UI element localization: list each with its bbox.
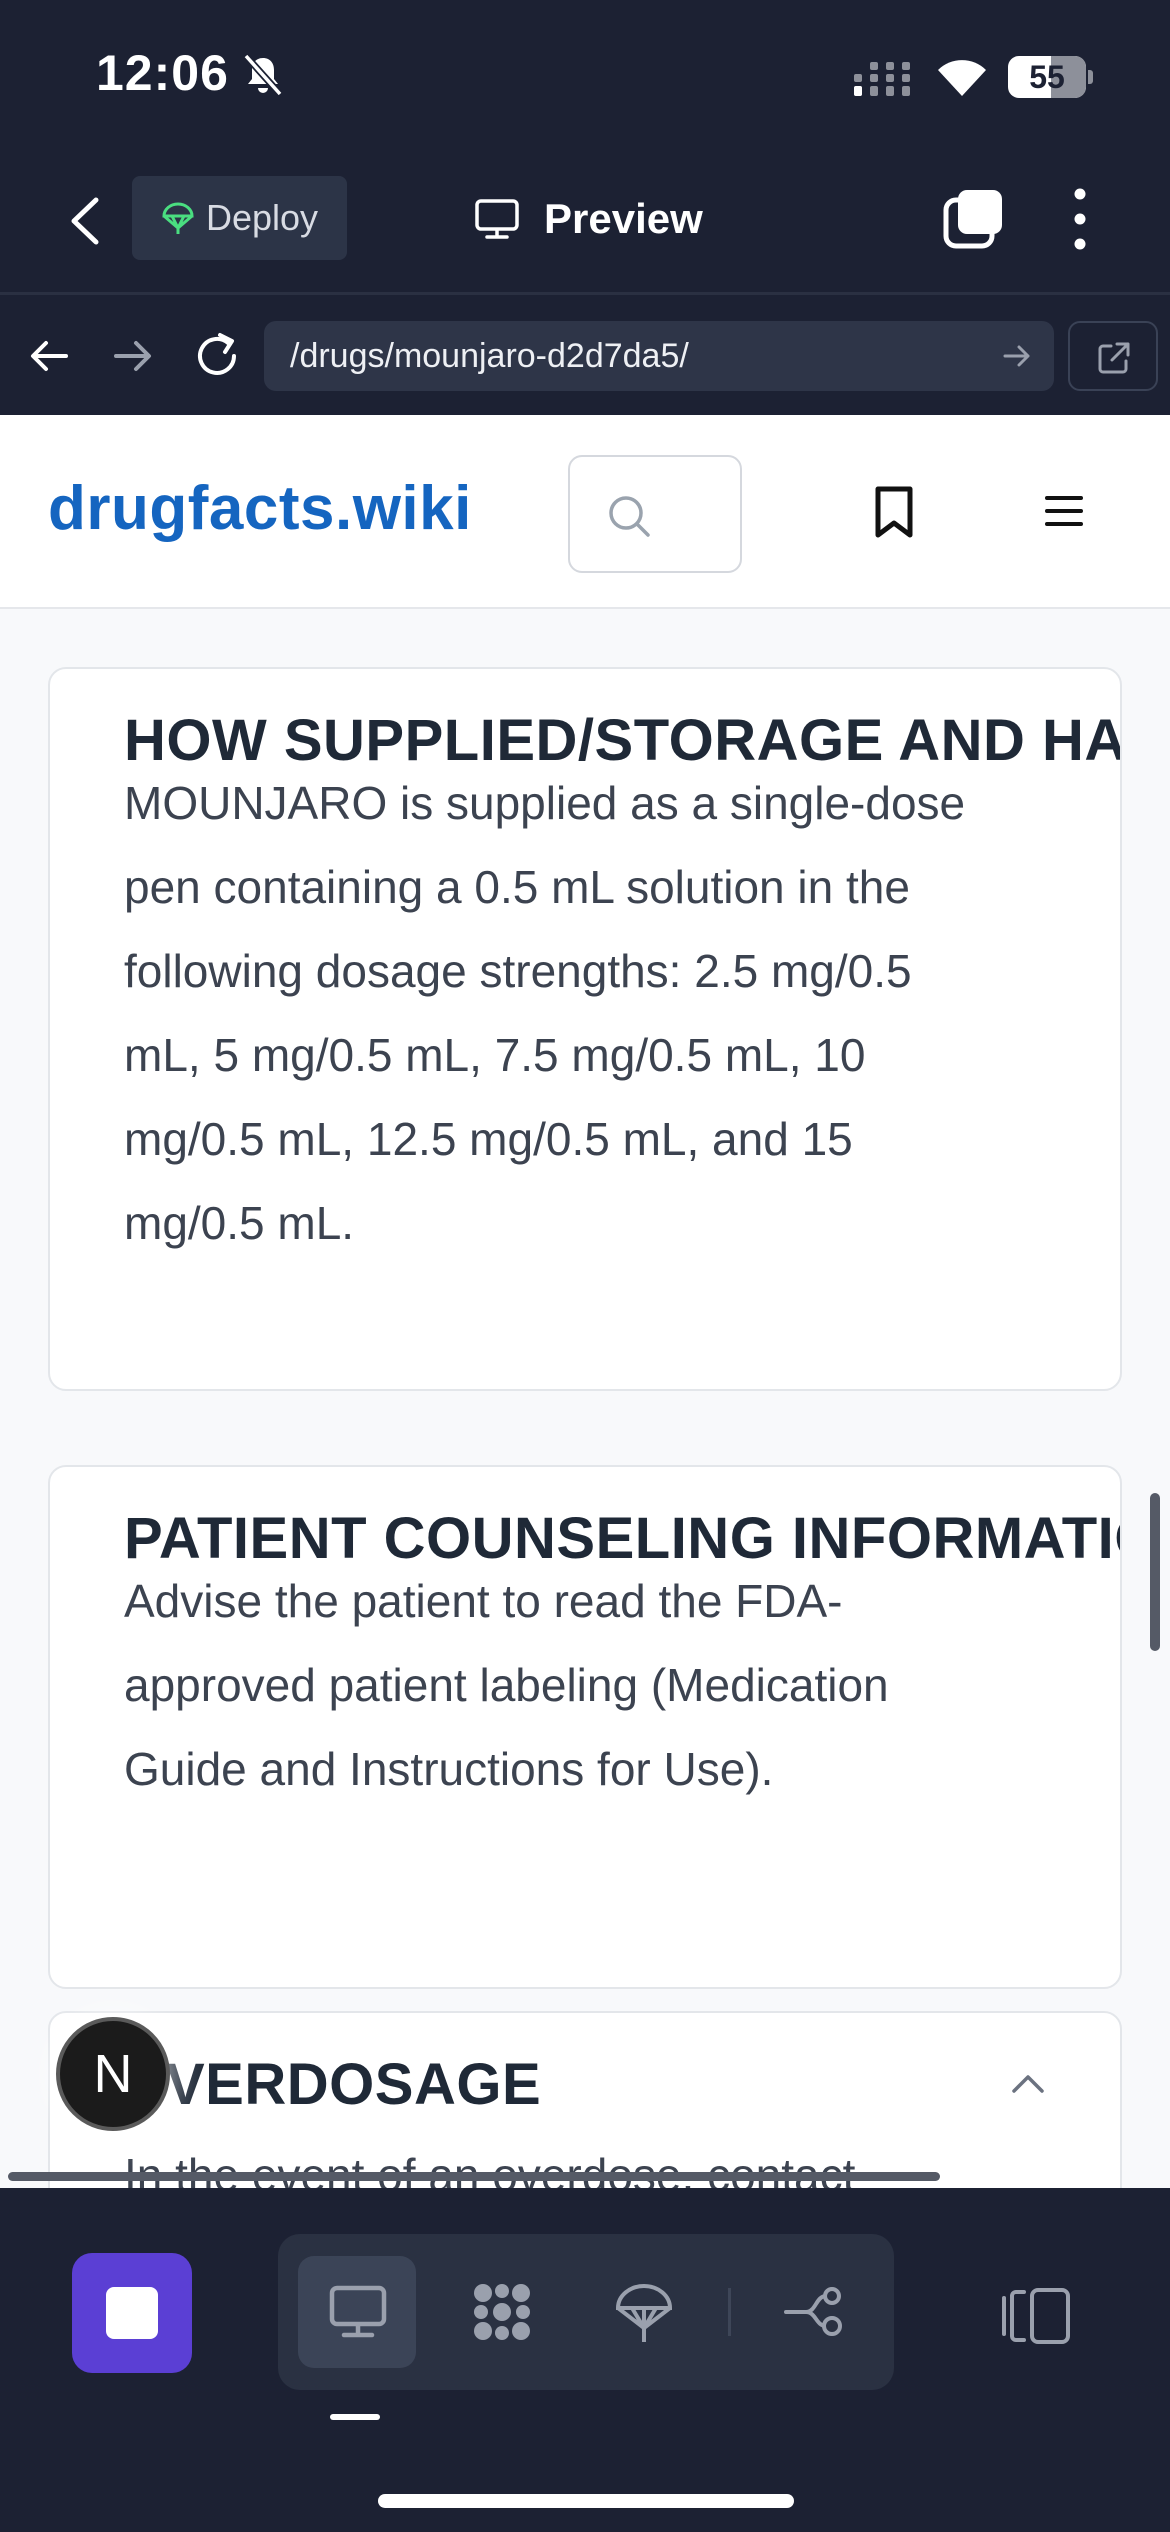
dock-preview-tab[interactable] [298, 2256, 416, 2368]
go-arrow-icon[interactable] [1002, 341, 1032, 371]
monitor-icon [475, 199, 519, 239]
dock-group [278, 2234, 894, 2390]
open-external-icon [1098, 342, 1130, 374]
site-search-button[interactable] [568, 455, 742, 573]
reload-icon[interactable] [192, 331, 242, 381]
section-card: HOW SUPPLIED/STORAGE AND HANDLING MOUNJA… [48, 667, 1122, 1391]
wifi-icon [938, 60, 986, 96]
battery-level: 55 [1029, 59, 1065, 95]
home-indicator [378, 2494, 794, 2508]
open-external-button[interactable] [1068, 321, 1158, 391]
deploy-icon [162, 202, 194, 234]
section-line: Guide and Instructions for Use). [124, 1743, 774, 1795]
horizontal-scrollbar[interactable] [8, 2172, 940, 2181]
preview-label: Preview [544, 195, 703, 242]
section-body: MOUNJARO is supplied as a single-dose pe… [124, 761, 1074, 1265]
dev-tools-badge[interactable]: N [56, 2017, 170, 2131]
bell-off-icon [243, 53, 283, 97]
vertical-scrollbar[interactable] [1150, 1493, 1160, 1651]
active-tab-indicator [330, 2414, 380, 2420]
dock-deploy-tab[interactable] [584, 2256, 702, 2368]
web-viewport: drugfacts.wiki HOW SUPPLIED/STORAGE AND … [0, 415, 1170, 2188]
battery-icon: 55 [1008, 56, 1086, 98]
search-icon [609, 496, 650, 537]
section-line: approved patient labeling (Medication [124, 1659, 889, 1711]
section-card: PATIENT COUNSELING INFORMATION Advise th… [48, 1465, 1122, 1989]
battery-nub [1088, 70, 1093, 84]
section-line: mg/0.5 mL. [124, 1197, 355, 1249]
preview-tab[interactable]: Preview [474, 186, 703, 252]
dock-workflow-tab[interactable] [754, 2256, 872, 2368]
bottom-dock [0, 2188, 1170, 2532]
section-title: VERDOSAGE [166, 2052, 542, 2117]
stop-icon [106, 2287, 158, 2339]
deploy-label: Deploy [206, 197, 319, 238]
status-time: 12:06 [96, 45, 229, 101]
section-line: following dosage strengths: 2.5 mg/0.5 [124, 945, 912, 997]
apps-grid-icon [474, 2284, 530, 2340]
section-line: Advise the patient to read the FDA- [124, 1575, 843, 1627]
section-card[interactable]: VERDOSAGE In the event of an overdose, c… [48, 2011, 1122, 2188]
status-bar: 12:06 55 [0, 0, 1170, 150]
site-header: drugfacts.wiki [0, 415, 1170, 609]
arrow-left-icon[interactable] [28, 335, 70, 377]
chevron-up-icon[interactable] [1008, 2071, 1048, 2097]
stop-button[interactable] [72, 2253, 192, 2373]
app-toolbar: Deploy Preview [0, 150, 1170, 292]
arrow-right-icon[interactable] [112, 335, 154, 377]
tabs-icon[interactable] [942, 186, 1006, 250]
dock-separator [728, 2288, 731, 2336]
url-input[interactable]: /drugs/mounjaro-d2d7da5/ [264, 321, 1054, 391]
section-line: mg/0.5 mL, 12.5 mg/0.5 mL, and 15 [124, 1113, 853, 1165]
bookmark-icon[interactable] [872, 485, 916, 539]
monitor-icon [329, 2285, 387, 2338]
site-logo[interactable]: drugfacts.wiki [48, 473, 472, 544]
cellular-signal-icon [854, 62, 910, 96]
back-chevron-icon[interactable] [62, 194, 110, 248]
menu-icon[interactable] [1044, 493, 1084, 529]
workflow-icon [784, 2287, 842, 2336]
dock-apps-tab[interactable] [442, 2256, 560, 2368]
url-bar: /drugs/mounjaro-d2d7da5/ [0, 295, 1170, 415]
section-line: pen containing a 0.5 mL solution in the [124, 861, 910, 913]
panel-toggle-icon[interactable] [1000, 2284, 1072, 2348]
section-body: Advise the patient to read the FDA- appr… [124, 1559, 1074, 1811]
section-line: MOUNJARO is supplied as a single-dose [124, 777, 966, 829]
deploy-button[interactable]: Deploy [132, 176, 347, 260]
more-vertical-icon[interactable] [1060, 186, 1100, 252]
section-line: mL, 5 mg/0.5 mL, 7.5 mg/0.5 mL, 10 [124, 1029, 866, 1081]
url-text: /drugs/mounjaro-d2d7da5/ [290, 337, 689, 375]
deploy-icon [615, 2284, 673, 2342]
